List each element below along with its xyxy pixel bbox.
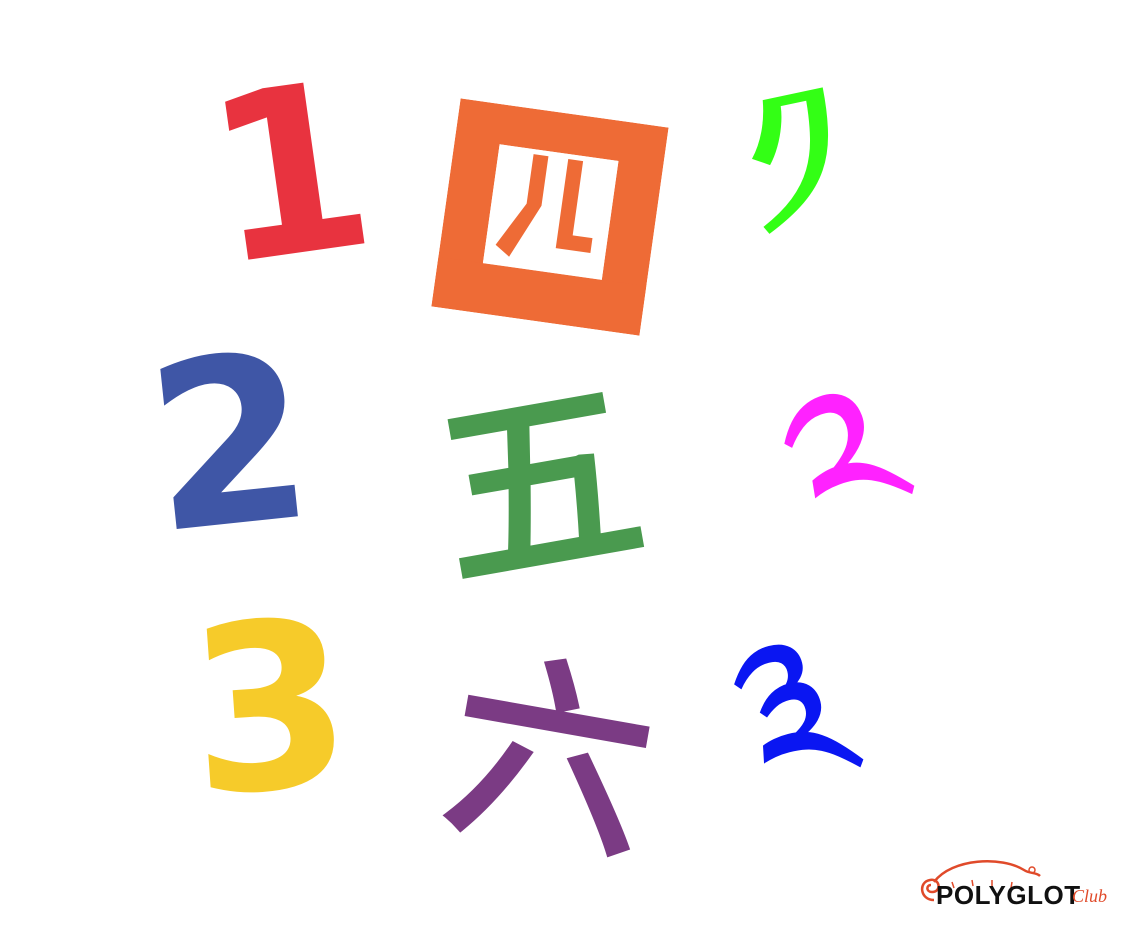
numerals-image: 1 2 3 五 六 ༡ ༢ ༣ POLYGLOT Club [0, 0, 1134, 942]
numeral-four-chinese-glyph [431, 98, 669, 336]
polyglot-club-logo: POLYGLOT Club [912, 852, 1112, 922]
numeral-four-chinese [431, 98, 669, 336]
logo-wordmark: POLYGLOT [936, 880, 1081, 910]
numeral-one-tibetan: ༡ [720, 34, 871, 295]
numeral-three-western: 3 [180, 570, 360, 849]
numeral-six-chinese: 六 [431, 627, 669, 892]
numeral-two-western: 2 [136, 303, 324, 586]
numeral-three-tibetan: ༣ [709, 582, 875, 847]
numeral-five-chinese: 五 [421, 355, 659, 620]
numeral-two-tibetan: ༢ [751, 330, 938, 599]
logo-suffix: Club [1072, 886, 1108, 906]
numeral-one-western: 1 [192, 31, 388, 318]
